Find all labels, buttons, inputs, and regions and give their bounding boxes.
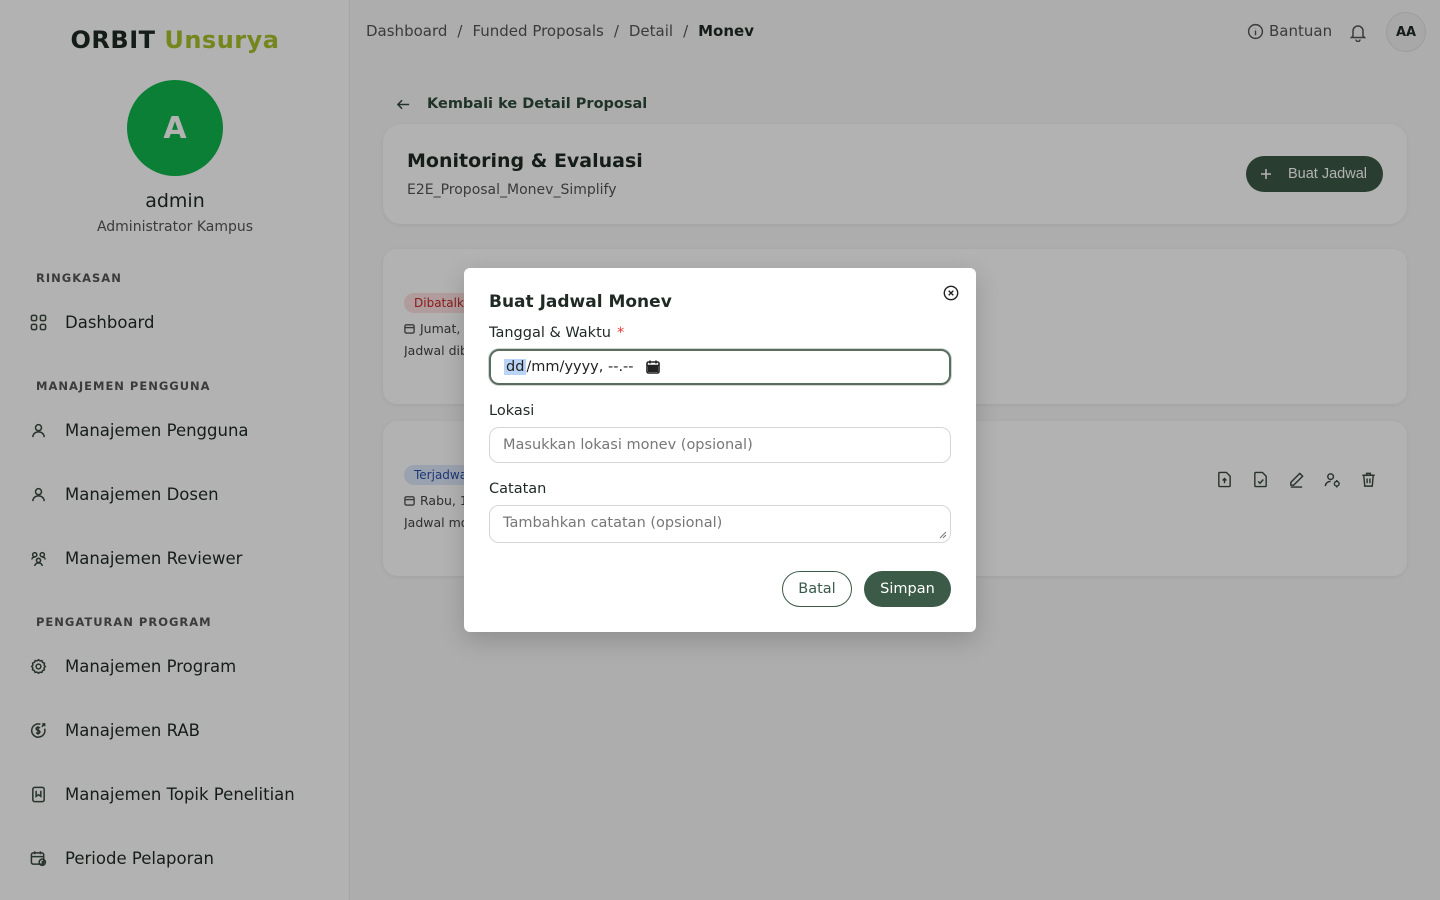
resize-grip-icon[interactable] (939, 531, 947, 539)
modal-title: Buat Jadwal Monev (489, 292, 672, 312)
notes-textarea[interactable]: Tambahkan catatan (opsional) (489, 505, 951, 543)
datetime-input[interactable]: dd/mm/yyyy, --.-- (489, 349, 951, 385)
location-label: Lokasi (489, 403, 535, 419)
create-monev-modal: Buat Jadwal Monev Tanggal & Waktu * dd/mm… (464, 268, 976, 632)
datetime-rest-segment[interactable]: /mm/yyyy, --.-- (526, 359, 633, 375)
location-placeholder: Masukkan lokasi monev (opsional) (503, 437, 753, 453)
cancel-button[interactable]: Batal (782, 571, 852, 607)
datetime-label: Tanggal & Waktu * (489, 325, 625, 341)
notes-label: Catatan (489, 481, 547, 497)
close-icon (943, 285, 959, 301)
calendar-icon[interactable] (645, 360, 660, 374)
location-input[interactable]: Masukkan lokasi monev (opsional) (489, 427, 951, 463)
notes-placeholder: Tambahkan catatan (opsional) (503, 515, 723, 531)
required-mark: * (616, 325, 625, 341)
close-button[interactable] (943, 285, 959, 305)
save-button[interactable]: Simpan (864, 571, 951, 607)
datetime-day-segment[interactable]: dd (504, 359, 527, 375)
